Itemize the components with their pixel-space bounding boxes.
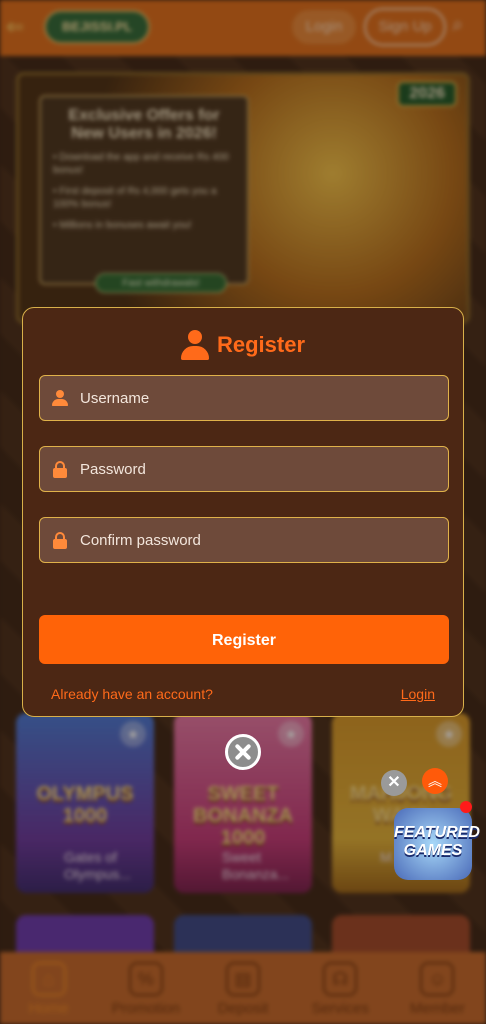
username-input[interactable] — [80, 376, 448, 420]
confirm-password-field[interactable] — [39, 517, 449, 563]
modal-header: Register — [23, 330, 463, 360]
notification-dot — [460, 801, 472, 813]
username-field[interactable] — [39, 375, 449, 421]
user-icon — [180, 330, 209, 360]
lock-icon — [40, 460, 80, 478]
chevron-up-icon[interactable]: ︽ — [422, 768, 448, 794]
login-link[interactable]: Login — [401, 686, 435, 702]
close-featured-icon[interactable]: ✕ — [381, 770, 407, 796]
password-input[interactable] — [80, 447, 448, 491]
confirm-password-input[interactable] — [80, 518, 448, 562]
password-field[interactable] — [39, 446, 449, 492]
close-modal-icon[interactable] — [225, 734, 261, 770]
register-button[interactable]: Register — [39, 615, 449, 664]
register-modal: Register Register Already have an accoun… — [22, 307, 464, 717]
user-icon — [40, 390, 80, 406]
featured-games-badge[interactable]: FEATURED GAMES — [394, 808, 480, 880]
modal-title: Register — [216, 332, 306, 357]
have-account-text: Already have an account? — [51, 686, 213, 702]
lock-icon — [40, 531, 80, 549]
